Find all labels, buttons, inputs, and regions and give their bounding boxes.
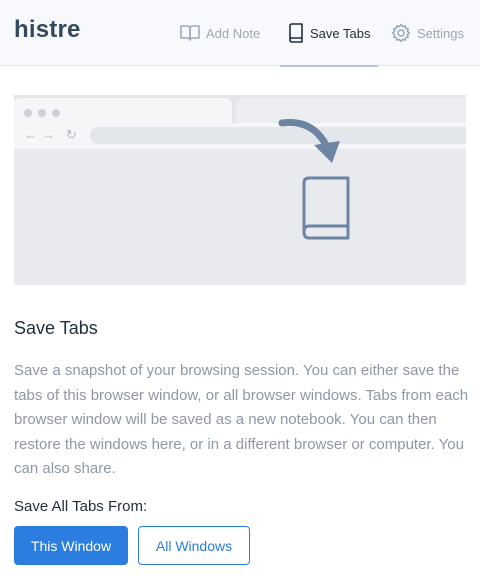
illustration-active-tab xyxy=(14,98,232,123)
reload-icon: ↻ xyxy=(66,127,77,142)
page-title: Save Tabs xyxy=(14,318,98,338)
notebook-icon xyxy=(288,23,304,43)
back-arrow-icon: ← xyxy=(24,127,37,142)
nav-settings-label: Settings xyxy=(417,25,464,41)
open-book-icon xyxy=(180,24,200,42)
save-from-label: Save All Tabs From: xyxy=(14,498,148,515)
nav-add-note-label: Add Note xyxy=(206,25,261,41)
app-logo[interactable]: histre xyxy=(14,16,81,44)
nav-save-tabs-label: Save Tabs xyxy=(310,25,371,41)
all-windows-button[interactable]: All Windows xyxy=(138,526,250,565)
browser-illustration: ← → ↻ xyxy=(14,95,466,285)
window-dot xyxy=(38,109,46,117)
illustration-toolbar: ← → ↻ xyxy=(14,123,466,149)
window-dot xyxy=(52,109,60,117)
nav-save-tabs[interactable]: Save Tabs xyxy=(279,0,379,67)
gear-icon xyxy=(391,23,411,43)
window-dot xyxy=(24,109,32,117)
nav-add-note[interactable]: Add Note xyxy=(180,0,260,66)
forward-arrow-icon: → xyxy=(42,127,55,142)
this-window-button[interactable]: This Window xyxy=(14,526,128,565)
nav-settings[interactable]: Settings xyxy=(391,0,464,66)
notebook-icon xyxy=(302,176,350,240)
curved-arrow-icon xyxy=(278,118,340,163)
description-text: Save a snapshot of your browsing session… xyxy=(14,362,469,477)
illustration-inactive-tab xyxy=(236,98,466,123)
header: histre Add Note Save Tabs Settings xyxy=(0,0,480,67)
